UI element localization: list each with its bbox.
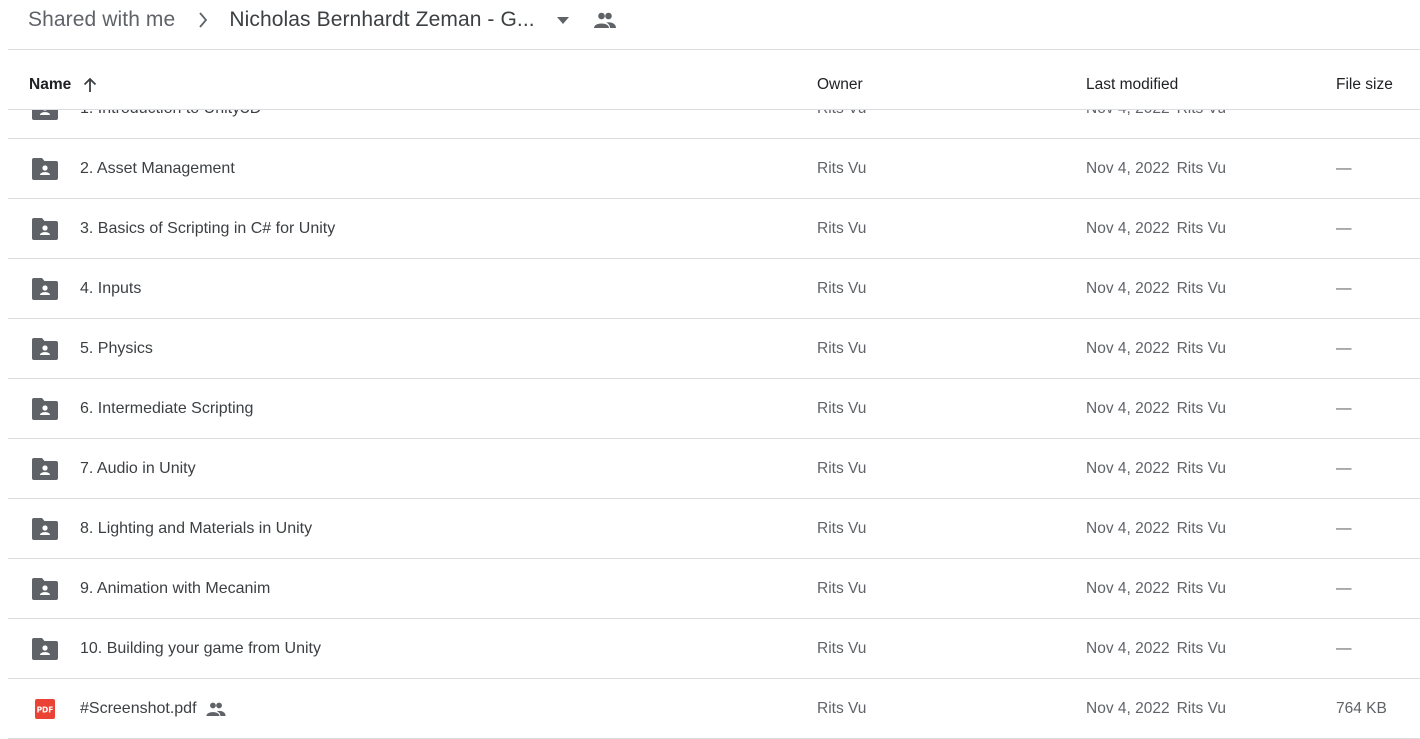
file-last-modified: Nov 4, 2022 Rits Vu [1086,439,1226,499]
file-owner: Rits Vu [817,220,867,237]
modified-by: Rits Vu [1176,160,1226,177]
table-row[interactable]: 3. Basics of Scripting in C# for Unity R… [8,199,1420,259]
modified-date: Nov 4, 2022 [1086,460,1170,477]
file-name: 2. Asset Management [80,160,235,177]
shared-folder-icon [32,218,58,240]
file-size: — [1336,220,1352,237]
modified-by: Rits Vu [1176,520,1226,537]
file-owner: Rits Vu [817,160,867,177]
column-header-last-modified[interactable]: Last modified [1086,76,1178,94]
file-last-modified: Nov 4, 2022 Rits Vu [1086,679,1226,739]
file-name: 8. Lighting and Materials in Unity [80,520,313,537]
file-owner: Rits Vu [817,340,867,357]
file-name: 9. Animation with Mecanim [80,580,271,597]
file-size: — [1336,400,1352,417]
file-last-modified: Nov 4, 2022 Rits Vu [1086,499,1226,559]
file-size: — [1336,340,1352,357]
file-name: 10. Building your game from Unity [80,640,321,657]
modified-by: Rits Vu [1176,220,1226,237]
modified-date: Nov 4, 2022 [1086,700,1170,717]
file-size: — [1336,280,1352,297]
column-header-owner: Owner [817,75,863,93]
table-row[interactable]: 7. Audio in Unity Rits Vu Nov 4, 2022 Ri… [8,439,1420,499]
table-row[interactable]: PDF #Screenshot.pdf Rits Vu Nov 4, 2022 … [8,679,1420,739]
people-icon [593,8,617,32]
table-row[interactable]: 10. Building your game from Unity Rits V… [8,619,1420,679]
file-name: #Screenshot.pdf [80,700,197,717]
column-header-file-size: File size [1336,75,1393,93]
file-size: — [1336,460,1352,477]
file-owner: Rits Vu [817,460,867,477]
table-row[interactable]: 2. Asset Management Rits Vu Nov 4, 2022 … [8,139,1420,199]
shared-folder-icon [32,278,58,300]
modified-by: Rits Vu [1176,580,1226,597]
file-last-modified: Nov 4, 2022 Rits Vu [1086,199,1226,259]
file-last-modified: Nov 4, 2022 Rits Vu [1086,379,1226,439]
table-row[interactable]: 4. Inputs Rits Vu Nov 4, 2022 Rits Vu — [8,259,1420,319]
table-row[interactable]: 5. Physics Rits Vu Nov 4, 2022 Rits Vu — [8,319,1420,379]
file-name: 6. Intermediate Scripting [80,400,254,417]
breadcrumb-current-folder[interactable]: Nicholas Bernhardt Zeman - G... [229,8,534,32]
breadcrumb: Shared with me Nicholas Bernhardt Zeman … [28,0,617,40]
caret-down-icon[interactable] [555,12,571,28]
file-list: 1. Introduction to UnityЗD Rits Vu Nov 4… [8,79,1420,739]
shared-folder-icon [32,518,58,540]
modified-by: Rits Vu [1176,280,1226,297]
file-size: — [1336,580,1352,597]
arrow-up-icon[interactable] [83,77,97,93]
shared-folder-icon [32,578,58,600]
file-last-modified: Nov 4, 2022 Rits Vu [1086,559,1226,619]
svg-text:PDF: PDF [37,706,54,715]
modified-date: Nov 4, 2022 [1086,280,1170,297]
file-last-modified: Nov 4, 2022 Rits Vu [1086,319,1226,379]
file-owner: Rits Vu [817,580,867,597]
people-icon [205,702,226,716]
file-size: — [1336,160,1352,177]
shared-folder-icon [32,458,58,480]
modified-date: Nov 4, 2022 [1086,640,1170,657]
file-size: 764 KB [1336,700,1387,717]
shared-folder-icon [32,338,58,360]
modified-date: Nov 4, 2022 [1086,340,1170,357]
file-size: — [1336,640,1352,657]
breadcrumb-shared-with-me[interactable]: Shared with me [28,8,175,32]
table-header: Name Owner Last modified File size [8,60,1420,110]
modified-by: Rits Vu [1176,340,1226,357]
modified-date: Nov 4, 2022 [1086,400,1170,417]
file-owner: Rits Vu [817,700,867,717]
column-header-name[interactable]: Name [29,76,97,94]
file-last-modified: Nov 4, 2022 Rits Vu [1086,259,1226,319]
shared-folder-icon [32,398,58,420]
pdf-icon: PDF [35,699,61,721]
modified-date: Nov 4, 2022 [1086,220,1170,237]
file-name: 4. Inputs [80,280,142,297]
table-row[interactable]: 8. Lighting and Materials in Unity Rits … [8,499,1420,559]
table-row[interactable]: 6. Intermediate Scripting Rits Vu Nov 4,… [8,379,1420,439]
file-owner: Rits Vu [817,520,867,537]
file-owner: Rits Vu [817,400,867,417]
shared-folder-icon [32,638,58,660]
file-name: 3. Basics of Scripting in C# for Unity [80,220,336,237]
modified-date: Nov 4, 2022 [1086,520,1170,537]
table-row[interactable]: 9. Animation with Mecanim Rits Vu Nov 4,… [8,559,1420,619]
column-header-name-label: Name [29,75,72,93]
modified-by: Rits Vu [1176,400,1226,417]
file-last-modified: Nov 4, 2022 Rits Vu [1086,139,1226,199]
chevron-right-icon [195,12,211,28]
file-name: 5. Physics [80,340,153,357]
file-owner: Rits Vu [817,640,867,657]
modified-by: Rits Vu [1176,640,1226,657]
file-size: — [1336,520,1352,537]
file-name: 7. Audio in Unity [80,460,196,477]
file-last-modified: Nov 4, 2022 Rits Vu [1086,619,1226,679]
shared-folder-icon [32,158,58,180]
divider [8,49,1420,50]
file-owner: Rits Vu [817,280,867,297]
modified-by: Rits Vu [1176,700,1226,717]
modified-by: Rits Vu [1176,460,1226,477]
modified-date: Nov 4, 2022 [1086,160,1170,177]
modified-date: Nov 4, 2022 [1086,580,1170,597]
